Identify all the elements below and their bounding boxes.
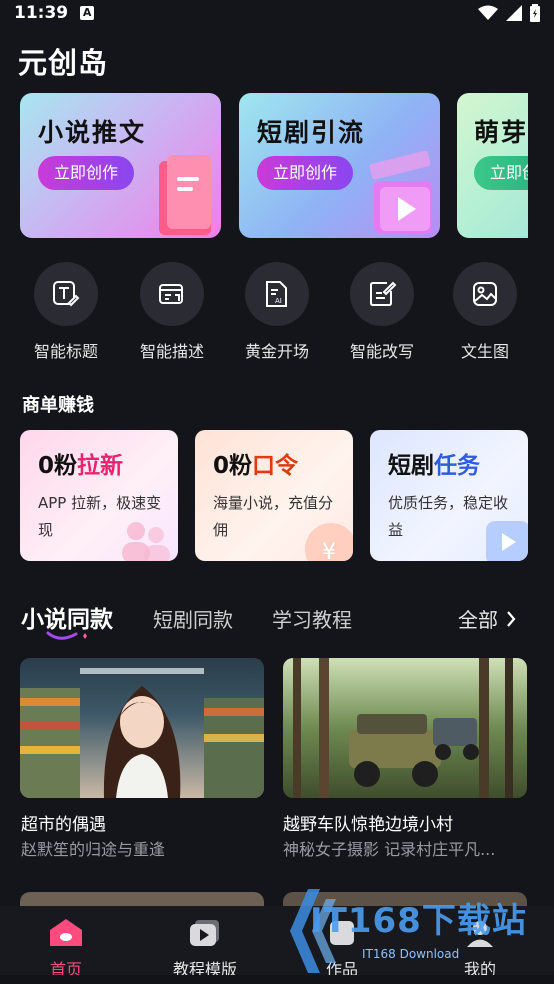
- tool-text-to-image[interactable]: 文生图: [440, 262, 530, 362]
- banner-sprout[interactable]: 萌芽 立即创作: [457, 93, 528, 238]
- card-password[interactable]: 0粉口令 海量小说，充值分佣 ¥: [195, 430, 353, 561]
- create-button[interactable]: 立即创作: [257, 156, 354, 190]
- watermark: IT168下载站 IT168 Download: [270, 885, 550, 975]
- view-all-link[interactable]: 全部: [458, 604, 516, 633]
- status-time: 11:39: [14, 3, 69, 23]
- supermarket-girl-image: [20, 668, 264, 798]
- view-all-label: 全部: [458, 608, 498, 632]
- nav-tutorial-templates[interactable]: 教程模版: [155, 918, 255, 980]
- section-title: 商单赚钱: [22, 395, 94, 416]
- tab-drama-style[interactable]: 短剧同款: [153, 604, 233, 633]
- signal-icon: [506, 5, 522, 21]
- create-button[interactable]: 立即创作: [474, 156, 528, 190]
- active-tab-indicator: [46, 631, 87, 640]
- content-tabs: 小说同款 短剧同款 学习教程 全部: [0, 600, 554, 640]
- tab-tutorials[interactable]: 学习教程: [272, 604, 352, 633]
- play-icon: [486, 521, 528, 561]
- tool-label: 智能改写: [349, 342, 414, 361]
- card-title-accent: 拉新: [77, 453, 124, 479]
- users-icon: [122, 522, 170, 561]
- system-nav-bar: [0, 975, 554, 984]
- description-icon: [159, 284, 183, 304]
- card-title-prefix: 短剧: [388, 453, 434, 479]
- video-thumbnail[interactable]: [20, 658, 264, 798]
- video-title: 超市的偶遇: [21, 815, 106, 835]
- yuan-coin-icon: ¥: [305, 523, 353, 561]
- tool-row: 智能标题 智能描述 AI 黄金开场 智能改写 文生图: [0, 262, 554, 362]
- home-icon: [50, 919, 82, 946]
- watermark-subtext: IT168 Download: [362, 947, 460, 961]
- book-icon: [159, 155, 211, 235]
- card-drama-task[interactable]: 短剧任务 优质任务，稳定收益: [370, 430, 528, 561]
- tool-label: 黄金开场: [244, 342, 309, 361]
- video-subtitle: 赵默笙的归途与重逢: [21, 840, 166, 859]
- clapperboard-icon: [369, 151, 432, 233]
- tool-label: 智能描述: [139, 342, 204, 361]
- rewrite-icon: [370, 281, 397, 306]
- banner-title: 短剧引流: [257, 118, 366, 147]
- tool-golden-opening[interactable]: AI 黄金开场: [232, 262, 322, 362]
- banner-novel[interactable]: 小说推文 立即创作: [20, 93, 221, 238]
- create-button[interactable]: 立即创作: [38, 156, 135, 190]
- wifi-icon: [478, 5, 498, 20]
- tool-label: 文生图: [460, 342, 509, 361]
- image-gallery-icon: [473, 282, 497, 306]
- battery-icon: [530, 4, 540, 22]
- nav-home[interactable]: 首页: [16, 918, 116, 980]
- video-subtitle: 神秘女子摄影 记录村庄平凡...: [283, 840, 496, 859]
- watermark-text: IT168下载站: [310, 901, 527, 941]
- title-edit-icon: [53, 281, 80, 307]
- notification-badge-icon: A: [80, 6, 95, 20]
- tool-smart-rewrite[interactable]: 智能改写: [337, 262, 427, 362]
- app-title: 元创岛: [18, 46, 109, 80]
- chevron-right-icon: [507, 610, 516, 627]
- tool-smart-description[interactable]: 智能描述: [127, 262, 217, 362]
- svg-text:¥: ¥: [322, 540, 336, 561]
- banner-title: 小说推文: [38, 118, 147, 147]
- card-title-prefix: 0粉: [213, 453, 253, 479]
- status-bar: 11:39 A: [0, 0, 554, 26]
- video-thumbnail[interactable]: [283, 658, 527, 798]
- card-title-accent: 任务: [434, 453, 480, 479]
- card-title-accent: 口令: [252, 453, 299, 479]
- svg-text:AI: AI: [275, 297, 282, 305]
- offroad-jeep-image: [293, 658, 513, 798]
- ai-document-icon: AI: [266, 281, 287, 307]
- video-title: 越野车队惊艳边境小村: [283, 815, 453, 835]
- tab-novel-style[interactable]: 小说同款: [21, 600, 113, 634]
- banner-drama[interactable]: 短剧引流 立即创作: [239, 93, 440, 238]
- tool-smart-title[interactable]: 智能标题: [21, 262, 111, 362]
- card-new-user[interactable]: 0粉拉新 APP 拉新，极速变现: [20, 430, 178, 561]
- video-template-icon: [190, 920, 219, 946]
- tool-label: 智能标题: [33, 342, 98, 361]
- banner-title: 萌芽: [474, 118, 528, 147]
- card-title-prefix: 0粉: [38, 453, 78, 479]
